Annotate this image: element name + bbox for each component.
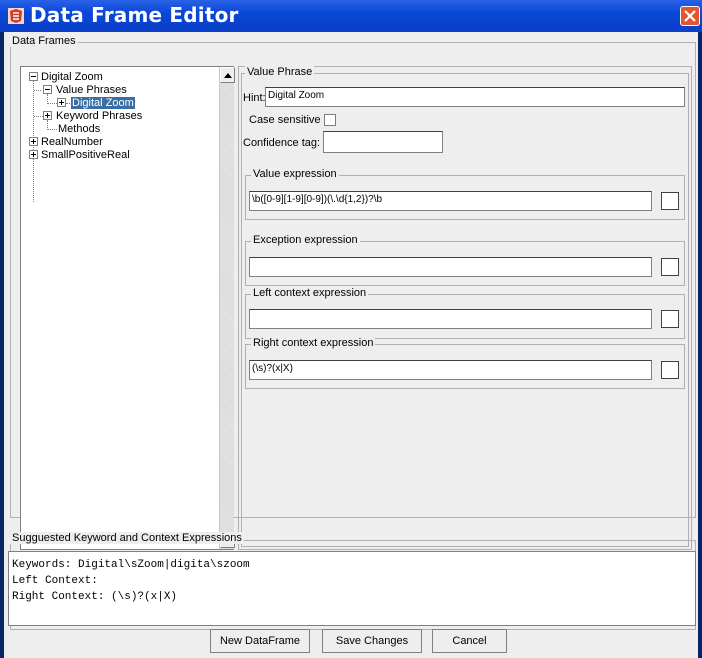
app-window: Data Frame Editor Data Frames Digital Zo… [0,0,702,658]
suggested-left-context-line: Left Context: [12,575,98,587]
hint-label: Hint: [243,92,266,104]
value-phrase-panel: Value Phrase Hint: Digital Zoom Case sen… [238,66,692,550]
left-context-expression-edit-button[interactable] [661,310,679,328]
title-bar[interactable]: Data Frame Editor [0,0,702,32]
close-icon [684,10,696,22]
tree-node-digital-zoom-selected[interactable]: Digital Zoom [71,97,135,109]
suggested-right-context-line: Right Context: (\s)?(x|X) [12,591,178,603]
value-expression-label: Value expression [251,168,339,180]
exception-expression-label: Exception expression [251,234,360,246]
expand-icon[interactable] [29,137,38,146]
tree-scrollbar[interactable] [219,67,235,549]
tree-connector [34,116,43,117]
suggested-expressions-text[interactable]: Keywords: Digital\sZoom|digita\szoom Lef… [8,551,696,626]
data-frames-tree[interactable]: Digital Zoom Value Phrases Digital Zoom … [20,66,235,550]
right-context-expression-field[interactable]: (\s)?(x|X) [249,360,652,380]
case-sensitive-checkbox[interactable] [324,114,336,126]
tree-node-value-phrases[interactable]: Value Phrases [56,84,127,96]
tree-node-small-positive-real[interactable]: SmallPositiveReal [41,149,130,161]
tree-connector [34,90,41,91]
tree-node-keyword-phrases[interactable]: Keyword Phrases [56,110,142,122]
tree-node-digital-zoom[interactable]: Digital Zoom [41,71,103,83]
left-context-expression-label: Left context expression [251,287,369,299]
arrow-up-icon [224,73,232,78]
close-button[interactable] [680,6,700,26]
suggested-keywords-line: Keywords: Digital\sZoom|digita\szoom [12,559,250,571]
app-icon [8,8,24,24]
tree-connector [66,103,70,104]
value-expression-field[interactable]: \b([0-9][1-9][0-9])(\.\d{1,2})?\b [249,191,652,211]
tree-connector [48,103,57,104]
new-dataframe-button[interactable]: New DataFrame [210,629,310,653]
confidence-tag-field[interactable] [323,131,443,153]
window-title: Data Frame Editor [30,3,239,27]
collapse-icon[interactable] [43,85,52,94]
expand-icon[interactable] [29,150,38,159]
right-context-expression-label: Right context expression [251,337,376,349]
value-phrase-label: Value Phrase [245,66,315,78]
right-context-expression-edit-button[interactable] [661,361,679,379]
cancel-button[interactable]: Cancel [432,629,507,653]
data-frames-label: Data Frames [10,35,78,47]
expand-icon[interactable] [57,98,66,107]
tree-connector [47,129,57,130]
confidence-tag-label: Confidence tag: [243,137,321,149]
exception-expression-field[interactable] [249,257,652,277]
left-context-expression-field[interactable] [249,309,652,329]
expand-icon[interactable] [43,111,52,120]
value-expression-edit-button[interactable] [661,192,679,210]
hint-field[interactable]: Digital Zoom [265,87,685,107]
suggested-expressions-label: Sugguested Keyword and Context Expressio… [10,532,244,544]
collapse-icon[interactable] [29,72,38,81]
tree-node-real-number[interactable]: RealNumber [41,136,103,148]
scroll-up-button[interactable] [220,67,235,83]
save-changes-button[interactable]: Save Changes [322,629,422,653]
exception-expression-edit-button[interactable] [661,258,679,276]
case-sensitive-label: Case sensitive [249,114,321,126]
window-client: Data Frames Digital Zoom Value Phrases D… [4,32,698,658]
tree-node-methods[interactable]: Methods [58,123,100,135]
